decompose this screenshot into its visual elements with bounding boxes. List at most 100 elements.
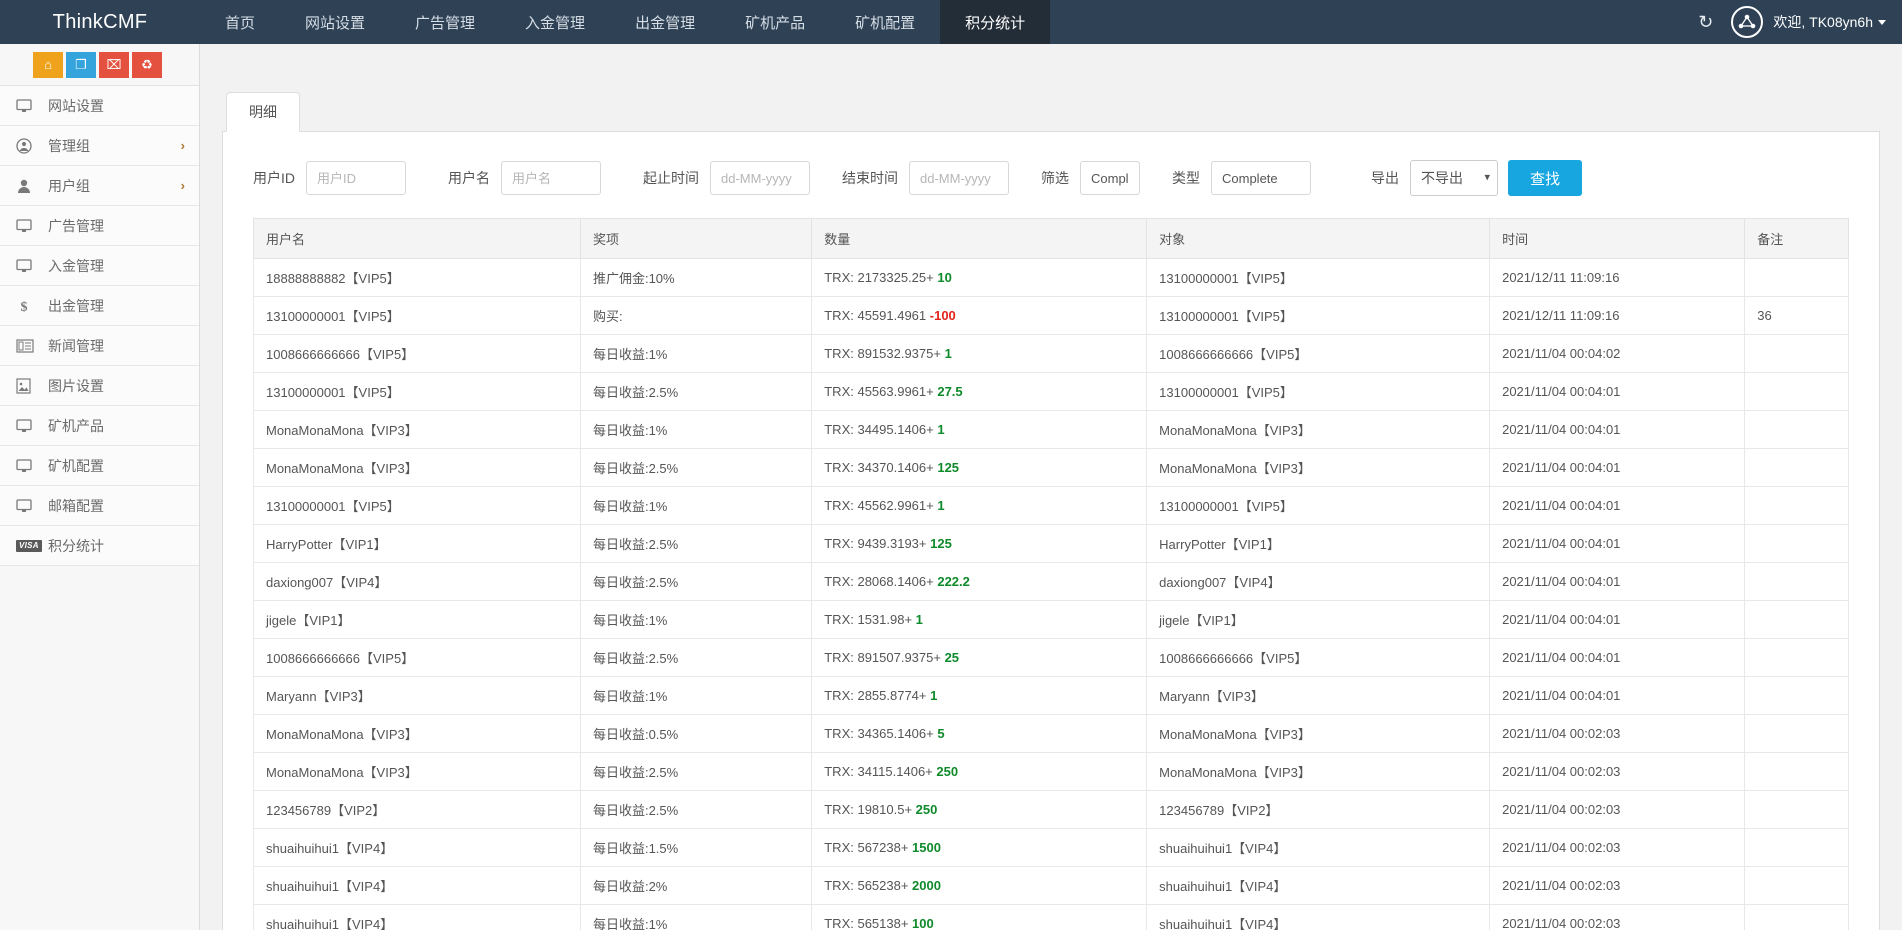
cell-prize: 每日收益:1% — [580, 335, 811, 373]
cell-time: 2021/11/04 00:04:01 — [1490, 639, 1745, 677]
tab-detail[interactable]: 明细 — [226, 92, 300, 132]
end-time-input[interactable] — [909, 161, 1009, 195]
main-content: 明细 用户ID 用户名 起止时间 — [200, 44, 1902, 930]
sidebar-item-7[interactable]: 新闻管理 — [0, 326, 199, 366]
table-row[interactable]: shuaihuihui1【VIP4】 每日收益:1%TRX: 565138+ 10… — [254, 905, 1849, 930]
cell-target: shuaihuihui1【VIP4】 — [1147, 905, 1490, 930]
cell-note — [1745, 867, 1849, 905]
amount-delta: 100 — [912, 916, 934, 930]
sidebar-item-11[interactable]: 邮箱配置 — [0, 486, 199, 526]
newspaper-icon — [16, 339, 38, 353]
table-row[interactable]: MonaMonaMona【VIP3】每日收益:1%TRX: 34495.1406… — [254, 411, 1849, 449]
username-label: 用户名 — [448, 168, 490, 188]
userid-input[interactable] — [306, 161, 406, 195]
sidebar-item-5[interactable]: 入金管理 — [0, 246, 199, 286]
cell-note — [1745, 905, 1849, 930]
sidebar-item-2[interactable]: 管理组› — [0, 126, 199, 166]
start-time-input[interactable] — [710, 161, 810, 195]
amount-delta: 5 — [937, 726, 944, 741]
table-row[interactable]: 13100000001【VIP5】购买:TRX: 45591.4961 -100… — [254, 297, 1849, 335]
cell-note — [1745, 525, 1849, 563]
nav-item-3[interactable]: 广告管理 — [390, 0, 500, 44]
amount-delta: 1 — [945, 346, 952, 361]
delete-button[interactable]: ⌧ — [99, 52, 129, 78]
user-menu[interactable]: 欢迎, TK08yn6h — [1773, 12, 1886, 32]
cell-username: daxiong007【VIP4】 — [254, 563, 581, 601]
table-row[interactable]: shuaihuihui1【VIP4】每日收益:1.5%TRX: 567238+ … — [254, 829, 1849, 867]
sidebar-item-1[interactable]: 网站设置 — [0, 86, 199, 126]
cell-amount: TRX: 567238+ 1500 — [812, 829, 1147, 867]
amount-delta: 125 — [937, 460, 959, 475]
table-row[interactable]: Maryann【VIP3】每日收益:1%TRX: 2855.8774+ 1Mar… — [254, 677, 1849, 715]
export-select-wrap: 不导出导出 ▾ — [1410, 160, 1498, 196]
clear-cache-button[interactable]: ♻ — [132, 52, 162, 78]
cell-note — [1745, 639, 1849, 677]
table-row[interactable]: HarryPotter【VIP1】每日收益:2.5%TRX: 9439.3193… — [254, 525, 1849, 563]
cell-target: 13100000001【VIP5】 — [1147, 297, 1490, 335]
amount-delta: 250 — [916, 802, 938, 817]
table-row[interactable]: 1008666666666【VIP5】每日收益:2.5%TRX: 891507.… — [254, 639, 1849, 677]
cell-time: 2021/11/04 00:02:03 — [1490, 791, 1745, 829]
nav-item-1[interactable]: 首页 — [200, 0, 280, 44]
cell-time: 2021/12/11 11:09:16 — [1490, 297, 1745, 335]
search-button[interactable]: 查找 — [1508, 160, 1582, 196]
table-row[interactable]: 123456789【VIP2】每日收益:2.5%TRX: 19810.5+ 25… — [254, 791, 1849, 829]
table-row[interactable]: 1008666666666【VIP5】每日收益:1%TRX: 891532.93… — [254, 335, 1849, 373]
nav-item-4[interactable]: 入金管理 — [500, 0, 610, 44]
cell-target: shuaihuihui1【VIP4】 — [1147, 829, 1490, 867]
cell-prize: 每日收益:2% — [580, 867, 811, 905]
cell-prize: 推广佣金:10% — [580, 259, 811, 297]
brand-logo[interactable]: ThinkCMF — [0, 0, 200, 44]
nav-item-7[interactable]: 矿机配置 — [830, 0, 940, 44]
screen-input[interactable] — [1080, 161, 1140, 195]
monitor-icon — [16, 258, 38, 274]
sidebar-item-8[interactable]: 图片设置 — [0, 366, 199, 406]
table-row[interactable]: MonaMonaMona【VIP3】每日收益:2.5%TRX: 34115.14… — [254, 753, 1849, 791]
sidebar-item-10[interactable]: 矿机配置 — [0, 446, 199, 486]
cell-target: jigele【VIP1】 — [1147, 601, 1490, 639]
nav-item-5[interactable]: 出金管理 — [610, 0, 720, 44]
table-row[interactable]: jigele【VIP1】每日收益:1%TRX: 1531.98+ 1jigele… — [254, 601, 1849, 639]
sidebar-item-9[interactable]: 矿机产品 — [0, 406, 199, 446]
refresh-icon[interactable]: ↻ — [1698, 13, 1713, 31]
cell-prize: 每日收益:1% — [580, 601, 811, 639]
export-select[interactable]: 不导出导出 — [1410, 160, 1498, 196]
table-row[interactable]: 18888888882【VIP5】推广佣金:10%TRX: 2173325.25… — [254, 259, 1849, 297]
table-row[interactable]: MonaMonaMona【VIP3】每日收益:0.5%TRX: 34365.14… — [254, 715, 1849, 753]
nav-item-2[interactable]: 网站设置 — [280, 0, 390, 44]
column-header-6: 备注 — [1745, 219, 1849, 259]
avatar[interactable] — [1731, 6, 1763, 38]
table-row[interactable]: 13100000001【VIP5】每日收益:1%TRX: 45562.9961+… — [254, 487, 1849, 525]
cell-username: HarryPotter【VIP1】 — [254, 525, 581, 563]
sidebar-item-3[interactable]: 用户组› — [0, 166, 199, 206]
cell-prize: 每日收益:1% — [580, 905, 811, 930]
table-row[interactable]: 13100000001【VIP5】每日收益:2.5%TRX: 45563.996… — [254, 373, 1849, 411]
table-row[interactable]: shuaihuihui1【VIP4】每日收益:2%TRX: 565238+ 20… — [254, 867, 1849, 905]
filter-username-group: 用户名 — [448, 161, 601, 195]
table-row[interactable]: daxiong007【VIP4】每日收益:2.5%TRX: 28068.1406… — [254, 563, 1849, 601]
cell-target: 13100000001【VIP5】 — [1147, 259, 1490, 297]
amount-delta: 222.2 — [937, 574, 970, 589]
nav-item-6[interactable]: 矿机产品 — [720, 0, 830, 44]
sidebar-item-12[interactable]: VISA积分统计 — [0, 526, 199, 566]
table-head: 用户名奖项数量对象时间备注 — [254, 219, 1849, 259]
cell-time: 2021/11/04 00:04:01 — [1490, 601, 1745, 639]
new-file-button[interactable]: ❐ — [66, 52, 96, 78]
cell-amount: TRX: 565138+ 100 — [812, 905, 1147, 930]
cell-amount: TRX: 34495.1406+ 1 — [812, 411, 1147, 449]
amount-delta: 1 — [937, 422, 944, 437]
cell-note — [1745, 563, 1849, 601]
cell-username: 13100000001【VIP5】 — [254, 373, 581, 411]
home-button[interactable]: ⌂ — [33, 52, 63, 78]
sidebar-item-label: 积分统计 — [48, 536, 185, 556]
top-nav-links: 首页网站设置广告管理入金管理出金管理矿机产品矿机配置积分统计 — [200, 0, 1050, 44]
username-input[interactable] — [501, 161, 601, 195]
sidebar-item-6[interactable]: $出金管理 — [0, 286, 199, 326]
nav-item-8[interactable]: 积分统计 — [940, 0, 1050, 44]
sidebar-item-4[interactable]: 广告管理 — [0, 206, 199, 246]
table-row[interactable]: MonaMonaMona【VIP3】每日收益:2.5%TRX: 34370.14… — [254, 449, 1849, 487]
type-input[interactable] — [1211, 161, 1311, 195]
cell-note — [1745, 259, 1849, 297]
cell-amount: TRX: 45563.9961+ 27.5 — [812, 373, 1147, 411]
cell-time: 2021/11/04 00:04:01 — [1490, 449, 1745, 487]
